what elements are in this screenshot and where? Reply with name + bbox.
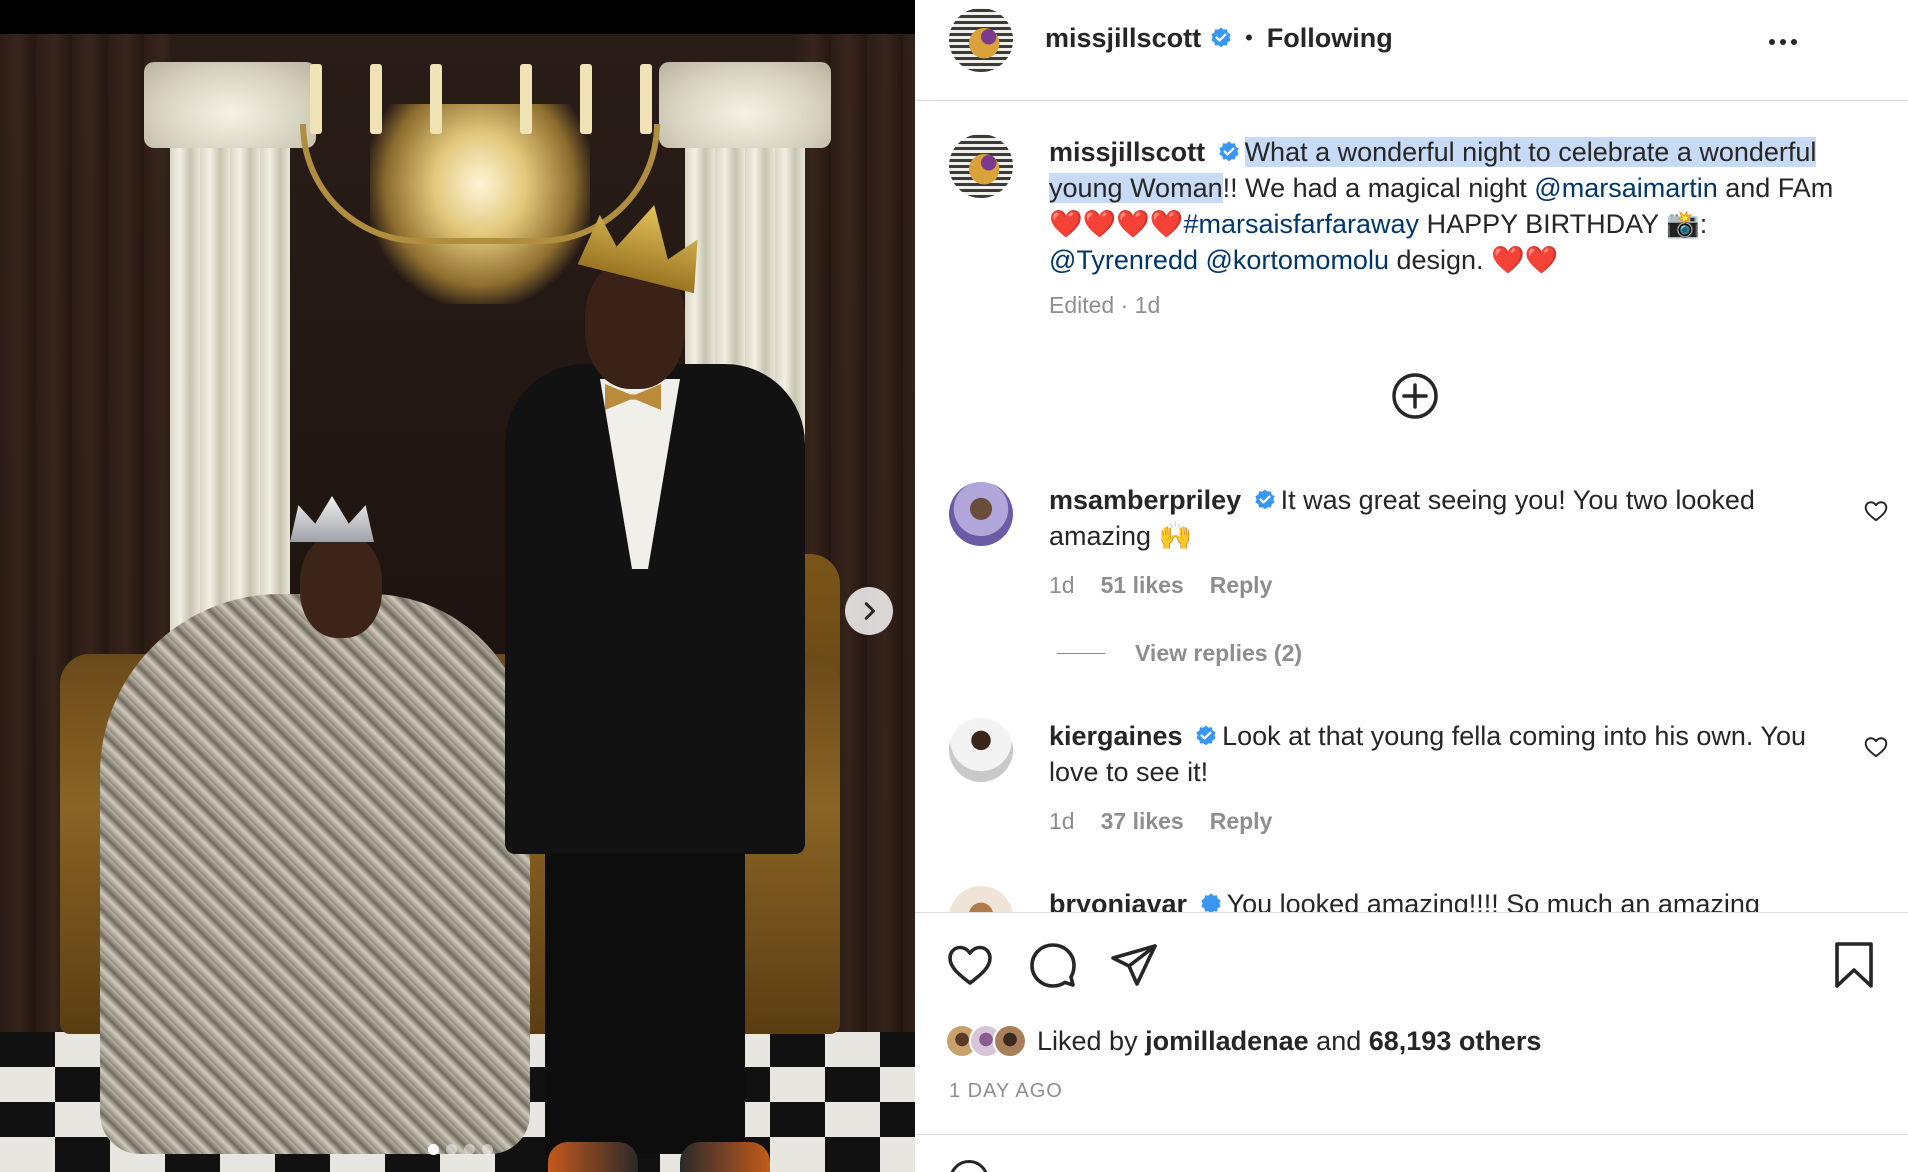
carousel-dot-4 [482, 1144, 493, 1155]
heart-icon[interactable] [945, 940, 995, 990]
carousel-indicator [428, 1144, 493, 1155]
comment-username[interactable]: msamberpriley [1049, 485, 1241, 515]
comment-avatar-kiergaines[interactable] [949, 718, 1013, 782]
likes-others-count[interactable]: 68,193 others [1369, 1026, 1542, 1056]
mention-tyrenredd[interactable]: @Tyrenredd [1049, 245, 1198, 275]
photo-shoe-right [680, 1142, 770, 1172]
comment-username[interactable]: bryonjavar [1049, 889, 1187, 912]
view-replies-button[interactable]: View replies (2) [1057, 640, 1302, 667]
likes-connector: and [1316, 1025, 1362, 1056]
photo-shoe-left [548, 1142, 638, 1172]
comment-time: 1d [1049, 572, 1075, 598]
mention-marsaimartin[interactable]: @marsaimartin [1534, 173, 1717, 203]
comment-avatar-bryonjavar[interactable] [949, 886, 1013, 912]
emoji-icon[interactable] [949, 1160, 989, 1172]
comment-box-divider [915, 1134, 1908, 1135]
header-divider [915, 100, 1908, 101]
photo-silver-crown [290, 496, 374, 542]
comment-kiergaines: kiergaines Look at that young fella comi… [1049, 718, 1839, 790]
view-replies-line [1057, 653, 1105, 654]
hashtag-marsaisfarfaraway[interactable]: #marsaisfarfaraway [1183, 209, 1419, 239]
carousel-next-button[interactable] [845, 587, 893, 635]
media-top-bar [0, 0, 915, 34]
carousel-dot-1 [428, 1144, 439, 1155]
carousel-dot-3 [464, 1144, 475, 1155]
comment-bubble-icon[interactable] [1028, 940, 1078, 990]
post-sidebar: missjillscott • Following missjillscott … [915, 0, 1908, 1172]
header-separator: • [1245, 25, 1253, 50]
actions-divider [915, 912, 1908, 913]
caption-text-4 [1198, 245, 1206, 275]
caption-username[interactable]: missjillscott [1049, 137, 1205, 167]
comment-time: 1d [1049, 808, 1075, 834]
caption-text-5: design. ❤️❤️ [1388, 245, 1559, 275]
comment-likes-count[interactable]: 51 likes [1101, 572, 1184, 599]
post-timestamp[interactable]: 1 DAY AGO [949, 1080, 1063, 1103]
post-actions [915, 940, 1908, 992]
comment-body: You looked amazing!!!! So much an amazin… [1226, 889, 1760, 912]
photo-seated-woman [100, 594, 530, 1154]
caption-avatar[interactable] [949, 134, 1013, 198]
photo-boy-legs [545, 834, 745, 1154]
post-header: missjillscott • Following [1045, 20, 1393, 56]
likes-summary: Liked by jomilladenae and 68,193 others [945, 1024, 1541, 1058]
comment-msamberpriley: msamberpriley It was great seeing you! Y… [1049, 482, 1839, 554]
post-photo[interactable] [0, 34, 915, 1172]
view-replies-label: View replies (2) [1135, 640, 1303, 666]
plus-circle-icon[interactable] [1391, 372, 1439, 420]
likes-text: Liked by jomilladenae and 68,193 others [1037, 1026, 1541, 1057]
comment-bryonjavar: bryonjavar You looked amazing!!!! So muc… [1049, 886, 1839, 912]
bookmark-icon[interactable] [1829, 940, 1879, 990]
verified-badge-icon [1218, 141, 1239, 162]
comment-like-heart-icon[interactable] [1863, 734, 1889, 760]
comment-like-heart-icon[interactable] [1863, 498, 1889, 524]
owner-username[interactable]: missjillscott [1045, 23, 1201, 54]
post-caption: missjillscott What a wonderful night to … [1049, 134, 1849, 278]
liker-avatar [993, 1024, 1027, 1058]
verified-badge-icon [1196, 725, 1216, 746]
likes-first-user[interactable]: jomilladenae [1145, 1026, 1309, 1056]
more-options-icon[interactable] [1761, 30, 1805, 54]
caption-text-1: !! We had a magical night [1222, 173, 1535, 203]
comment-avatar-msamberpriley[interactable] [949, 482, 1013, 546]
verified-badge-icon [1255, 489, 1275, 510]
carousel-dot-2 [446, 1144, 457, 1155]
comment-list-clipped: bryonjavar You looked amazing!!!! So muc… [915, 882, 1908, 912]
photo-woman-head [300, 534, 382, 638]
comment-reply-button[interactable]: Reply [1210, 808, 1273, 835]
comment-meta-row: 1d 51 likes Reply [1049, 572, 1272, 599]
caption-edited-time: Edited · 1d [1049, 292, 1161, 318]
comment-likes-count[interactable]: 37 likes [1101, 808, 1184, 835]
verified-badge-icon [1211, 27, 1231, 48]
owner-avatar[interactable] [949, 8, 1013, 72]
post-media [0, 0, 915, 1172]
following-button[interactable]: Following [1267, 23, 1393, 54]
caption-text-3: HAPPY BIRTHDAY 📸: [1419, 209, 1708, 239]
likes-prefix: Liked by [1037, 1025, 1138, 1056]
chevron-right-icon [864, 602, 876, 620]
paper-plane-icon[interactable] [1109, 940, 1159, 990]
comment-meta-row: 1d 37 likes Reply [1049, 808, 1272, 835]
comment-reply-button[interactable]: Reply [1210, 572, 1273, 599]
comment-username[interactable]: kiergaines [1049, 721, 1183, 751]
mention-kortomomolu[interactable]: @kortomomolu [1206, 245, 1389, 275]
verified-badge-icon [1200, 893, 1221, 912]
